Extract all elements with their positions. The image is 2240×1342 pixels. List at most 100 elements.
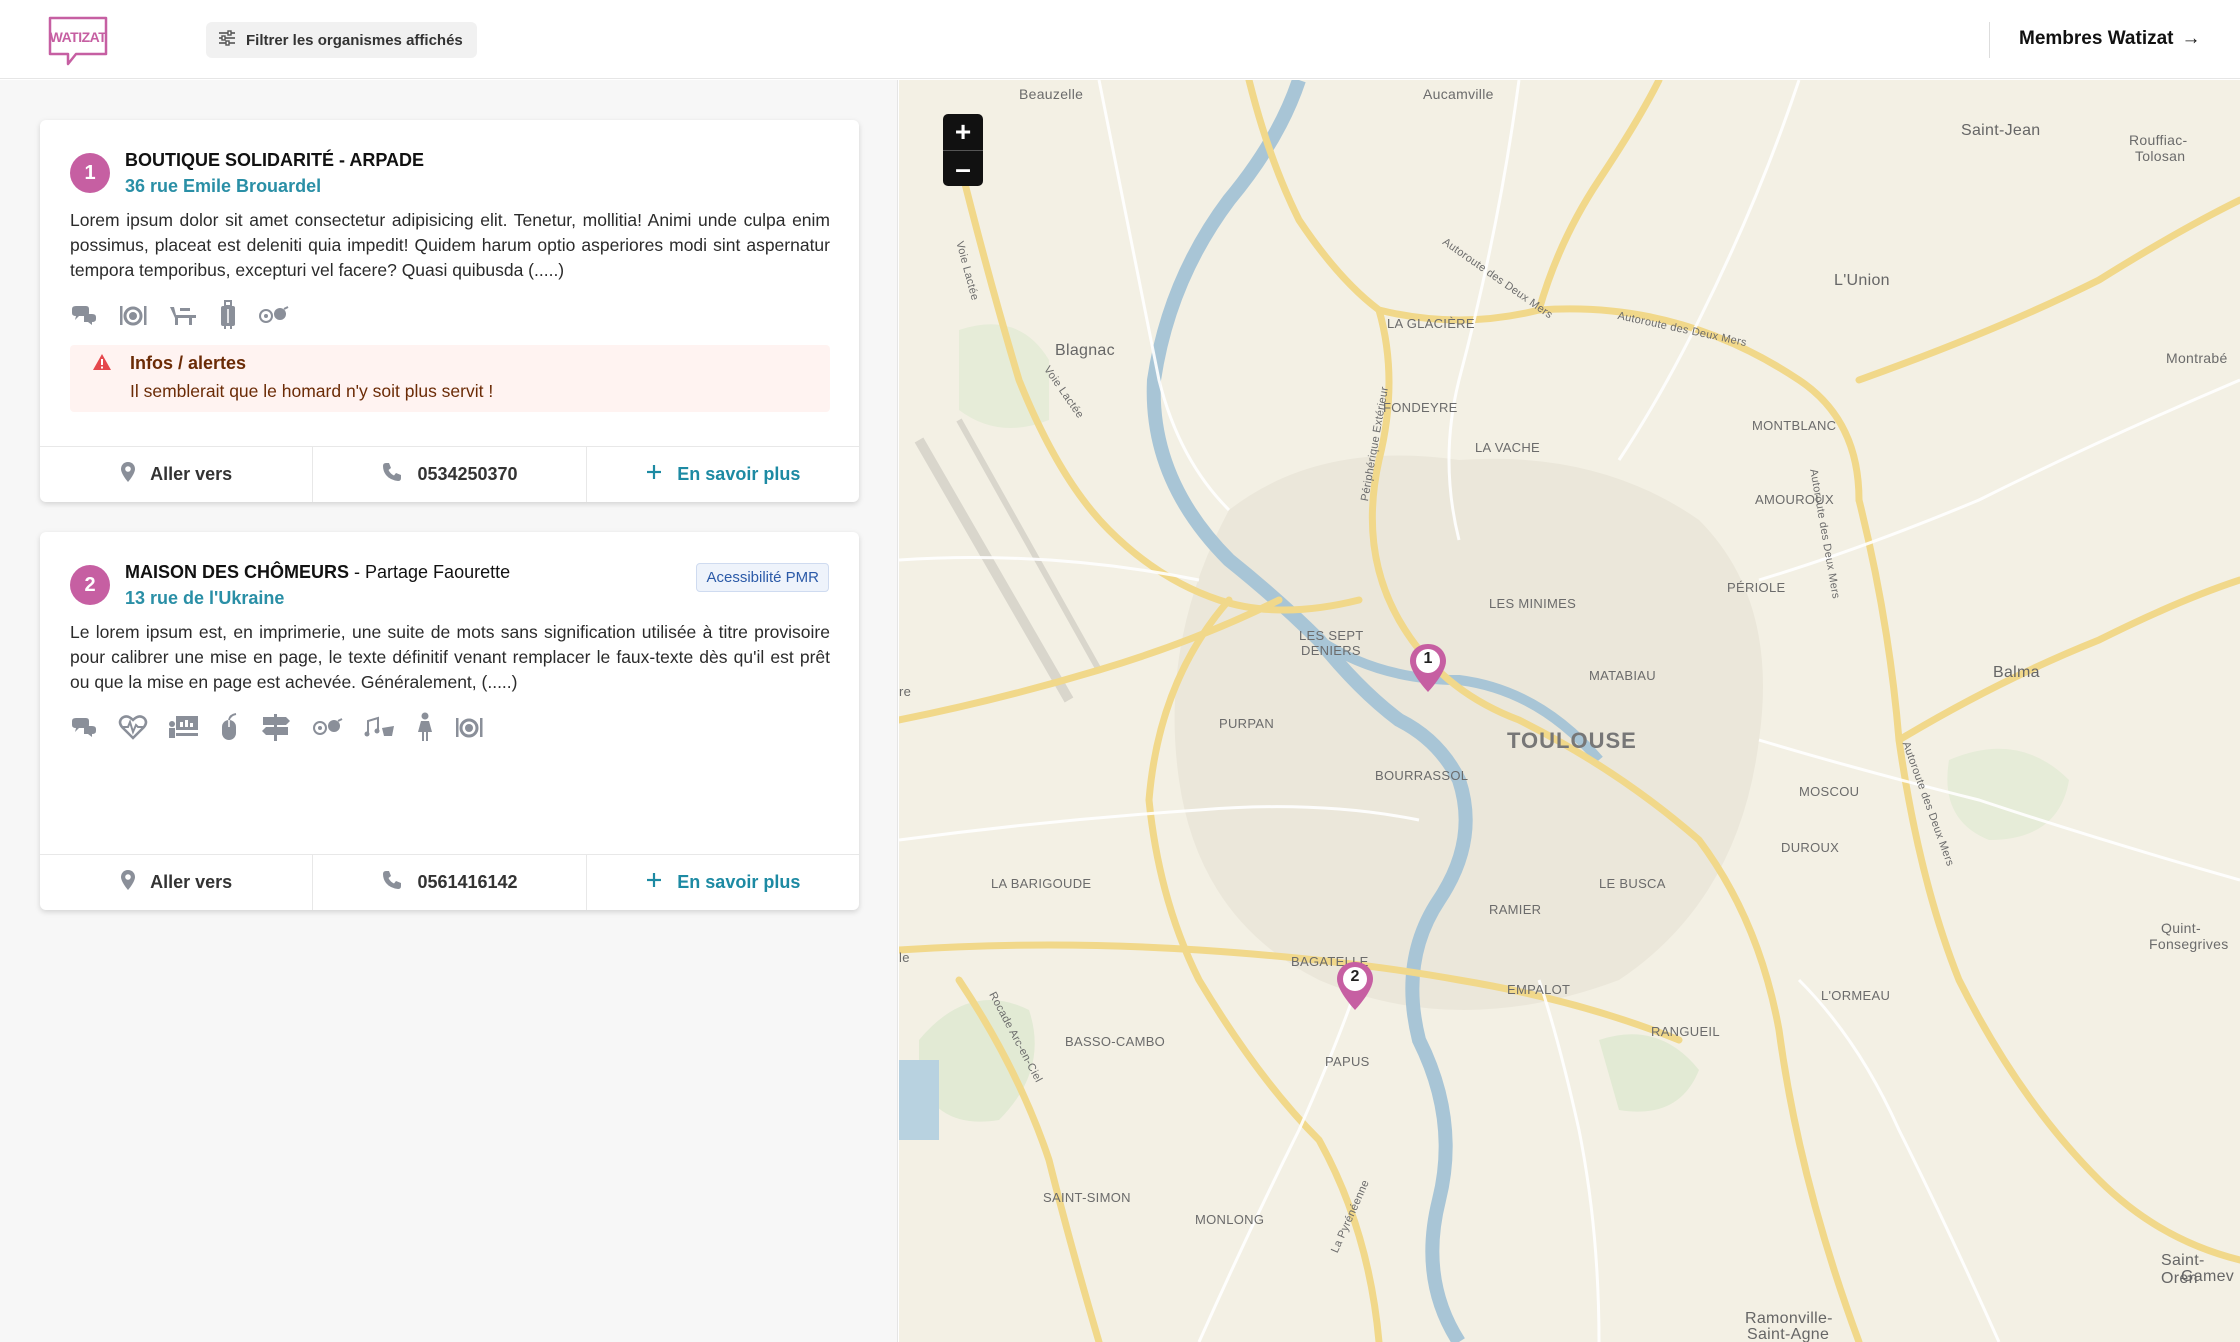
plus-icon: [645, 463, 663, 486]
map-background: [899, 80, 2240, 1342]
luggage-icon: [218, 300, 238, 330]
map-label: LA BARIGOUDE: [991, 876, 1092, 891]
map-label: LA GLACIÈRE: [1387, 316, 1475, 331]
food-icon: [454, 715, 484, 739]
map-label: DUROUX: [1781, 840, 1840, 855]
map[interactable]: + – Beauzelle Aucamville Saint-Jean Rouf…: [899, 80, 2240, 1342]
phone-number: 0561416142: [417, 872, 518, 892]
directions-label: Aller vers: [150, 872, 233, 892]
map-label: re: [899, 684, 912, 699]
card-number: 1: [70, 153, 110, 193]
games-icon: [258, 305, 290, 325]
map-label: DENIERS: [1301, 643, 1361, 658]
map-label: Saint-Agne: [1747, 1326, 1830, 1342]
map-label: Beauzelle: [1019, 86, 1084, 102]
services-icons: [70, 300, 290, 330]
header-divider: [1989, 22, 1990, 58]
map-label: Aucamville: [1423, 86, 1494, 102]
arrow-right-icon: →: [2181, 28, 2201, 49]
watizat-logo[interactable]: WATIZAT: [46, 14, 110, 66]
card-title-rest: - Partage Faourette: [349, 562, 511, 582]
signpost-icon: [260, 712, 292, 742]
card-description: Lorem ipsum dolor sit amet consectetur a…: [70, 210, 830, 280]
map-label: Quint-: [2161, 920, 2201, 936]
map-pin-icon: [120, 461, 136, 488]
map-label: LES SEPT: [1299, 628, 1364, 643]
map-label: Tolosan: [2135, 148, 2186, 164]
sliders-icon: [218, 30, 236, 50]
members-link[interactable]: Membres Watizat →: [2019, 28, 2201, 50]
organisms-list: 1 BOUTIQUE SOLIDARITÉ - ARPADE 36 rue Em…: [0, 80, 898, 1342]
zoom-in-button[interactable]: +: [943, 114, 983, 150]
map-label: PÉRIOLE: [1727, 580, 1786, 595]
map-label: LES MINIMES: [1489, 596, 1577, 611]
phone-button[interactable]: 0534250370: [312, 447, 585, 502]
zoom-out-button[interactable]: –: [943, 150, 983, 186]
map-label: SAINT-SIMON: [1043, 1190, 1131, 1205]
map-label: Balma: [1993, 664, 2040, 681]
more-info-button[interactable]: En savoir plus: [585, 447, 859, 502]
alert-title: Infos / alertes: [130, 353, 247, 373]
zoom-controls: + –: [943, 114, 983, 186]
map-label: Gamev: [2181, 1268, 2235, 1285]
phone-icon: [381, 461, 403, 488]
phone-icon: [381, 869, 403, 896]
card-title: MAISON DES CHÔMEURS - Partage Faourette: [125, 562, 510, 583]
card-title-main: MAISON DES CHÔMEURS: [125, 562, 350, 582]
top-bar: WATIZAT Filtrer les organismes affichés …: [0, 0, 2240, 79]
map-label: Rouffiac-: [2129, 132, 2188, 148]
logo-text: WATIZAT: [50, 29, 108, 45]
map-label: Fonsegrives: [2149, 936, 2229, 952]
marker-label: 2: [1350, 968, 1360, 985]
plus-icon: [645, 871, 663, 894]
card-title-main: BOUTIQUE SOLIDARITÉ - ARPADE: [125, 150, 425, 170]
card-title: BOUTIQUE SOLIDARITÉ - ARPADE: [125, 150, 424, 171]
map-marker[interactable]: 1: [1408, 642, 1448, 694]
map-label: RAMIER: [1489, 902, 1542, 917]
map-label: Blagnac: [1055, 342, 1115, 359]
map-label: MATABIAU: [1589, 668, 1656, 683]
map-label: MOSCOU: [1799, 784, 1860, 799]
map-label: RANGUEIL: [1651, 1024, 1720, 1039]
card-address[interactable]: 13 rue de l'Ukraine: [125, 588, 284, 609]
filter-organisms-button[interactable]: Filtrer les organismes affichés: [206, 22, 477, 58]
filter-label: Filtrer les organismes affichés: [246, 31, 463, 49]
health-icon: [118, 714, 148, 740]
members-label: Membres Watizat: [2019, 28, 2174, 49]
map-label: MONTBLANC: [1752, 418, 1837, 433]
shower-icon: [168, 303, 198, 327]
games-icon: [312, 717, 344, 737]
accessibility-badge: Acessibilité PMR: [696, 563, 829, 592]
computer-mouse-icon: [220, 712, 240, 742]
food-icon: [118, 303, 148, 327]
card-address[interactable]: 36 rue Emile Brouardel: [125, 176, 321, 197]
directions-label: Aller vers: [150, 464, 233, 484]
map-label: le: [899, 950, 910, 965]
map-label: LE BUSCA: [1599, 876, 1666, 891]
card-description: Le lorem ipsum est, en imprimerie, une s…: [70, 622, 830, 692]
warning-icon: [92, 353, 112, 376]
marker-label: 1: [1423, 650, 1433, 667]
card-actions: Aller vers 0561416142 En savoir plus: [40, 854, 859, 910]
map-label: LA VACHE: [1475, 440, 1541, 455]
map-label: Saint-Jean: [1961, 122, 2041, 139]
alert-box: Infos / alertes Il semblerait que le hom…: [70, 345, 830, 412]
organism-card: 2 MAISON DES CHÔMEURS - Partage Faourett…: [40, 532, 859, 910]
map-marker[interactable]: 2: [1335, 960, 1375, 1012]
map-label: TOULOUSE: [1507, 728, 1637, 753]
card-number: 2: [70, 565, 110, 605]
map-pin-icon: [120, 869, 136, 896]
map-label: MONLONG: [1195, 1212, 1265, 1227]
speech-bubbles-icon: [70, 716, 98, 738]
map-label: L'ORMEAU: [1821, 988, 1891, 1003]
directions-button[interactable]: Aller vers: [40, 855, 312, 910]
directions-button[interactable]: Aller vers: [40, 447, 312, 502]
organism-card: 1 BOUTIQUE SOLIDARITÉ - ARPADE 36 rue Em…: [40, 120, 859, 502]
phone-number: 0534250370: [417, 464, 518, 484]
phone-button[interactable]: 0561416142: [312, 855, 585, 910]
card-actions: Aller vers 0534250370 En savoir plus: [40, 446, 859, 502]
services-icons: [70, 712, 484, 742]
woman-icon: [416, 712, 434, 742]
more-info-button[interactable]: En savoir plus: [585, 855, 859, 910]
training-icon: [168, 714, 200, 740]
